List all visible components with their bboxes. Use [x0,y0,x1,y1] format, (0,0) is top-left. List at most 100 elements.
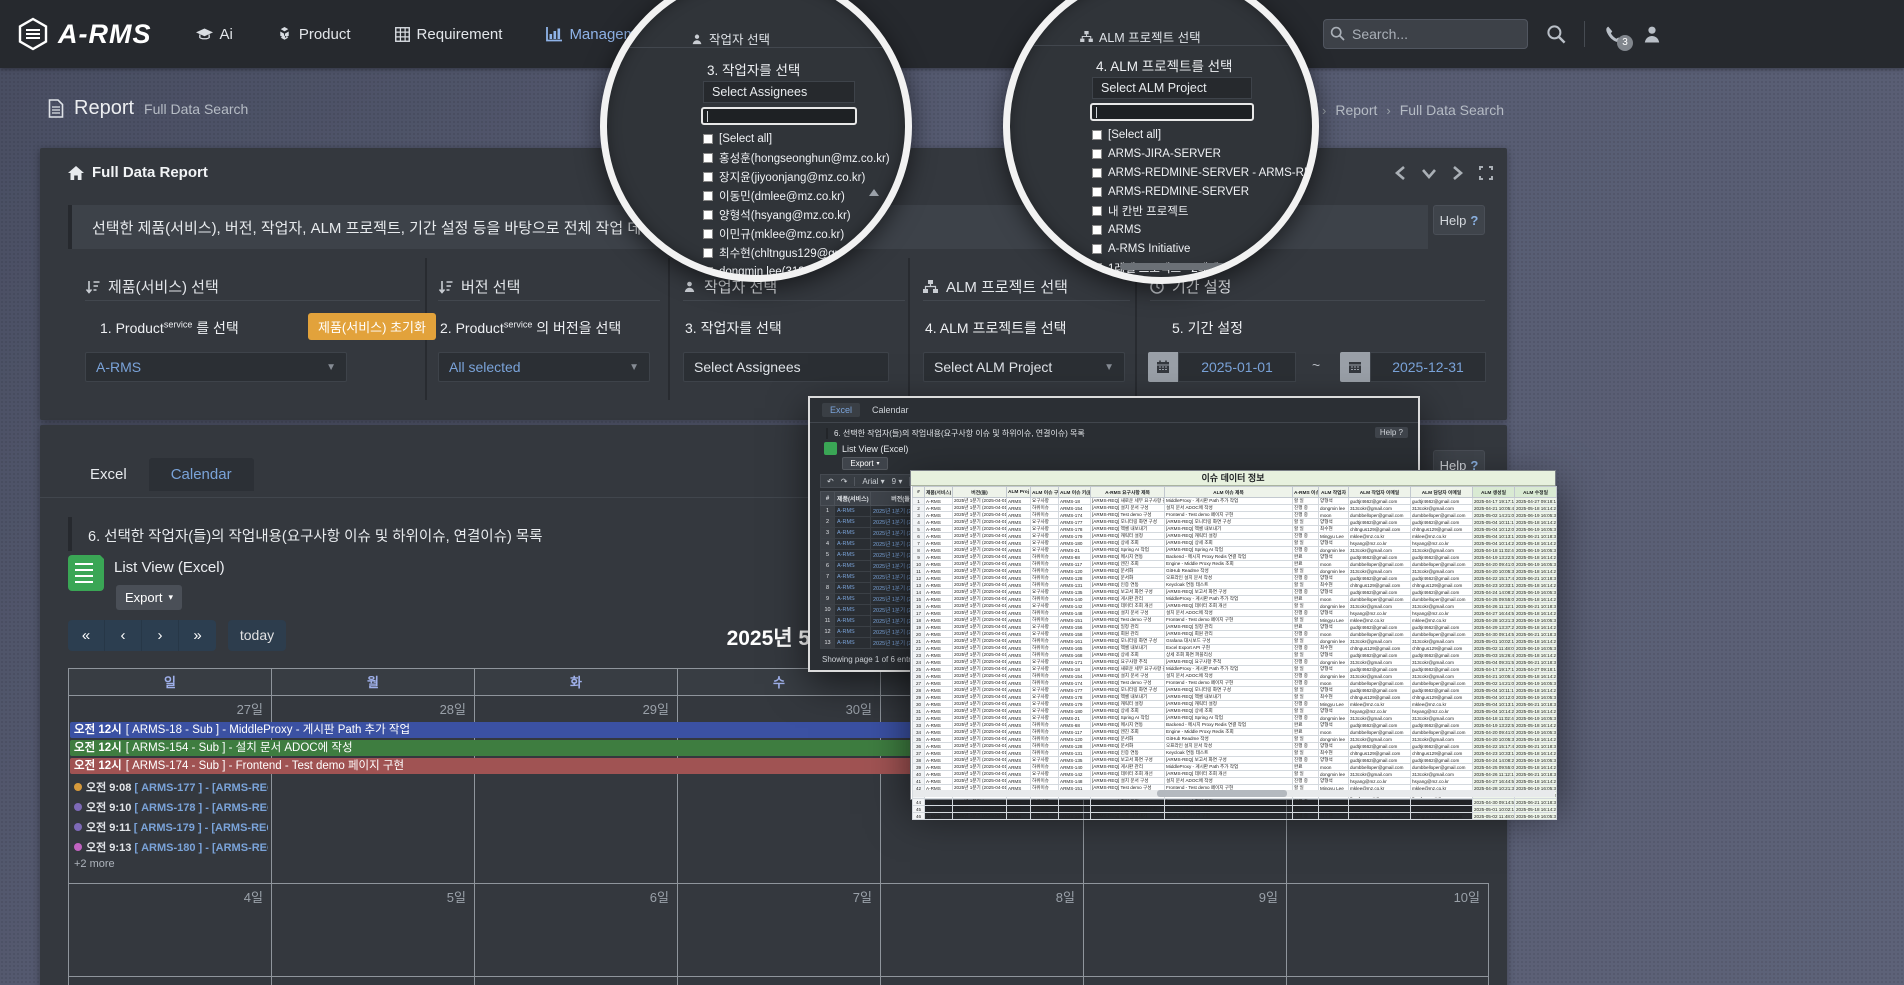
checkbox-icon[interactable] [1092,225,1102,235]
issue-table-row[interactable]: 40A-RMS2025년 1분기 (2025-04-01 ~ 2025-06-3… [913,771,1557,778]
issue-table-row[interactable]: 8A-RMS2025년 1분기 (2025-04-01 ~ 2025-06-3A… [913,547,1557,554]
option-row[interactable]: 양형석(hsyang@mz.co.kr) [703,205,894,224]
checkbox-icon[interactable] [1092,130,1102,140]
app-logo[interactable]: A-RMS [16,17,152,51]
end-date-calendar-button[interactable] [1340,352,1370,382]
checkbox-icon[interactable] [703,191,713,201]
issue-table-row[interactable]: 4A-RMS2025년 1분기 (2025-04-01 ~ 2025-06-3A… [913,519,1557,526]
alm-list-hscrollbar[interactable] [1120,263,1230,270]
checkbox-icon[interactable] [1092,168,1102,178]
calendar-nav-button-2[interactable]: › [142,620,179,651]
excel-window-export-button[interactable]: Export▾ [842,457,888,470]
issue-table-row[interactable]: 36A-RMS2025년 1분기 (2025-04-01 ~ 2025-06-3… [913,743,1557,750]
alm-mag-dropdown[interactable]: Select ALM Project [1092,77,1252,99]
checkbox-icon[interactable] [703,153,713,163]
calendar-day-cell[interactable] [880,977,1083,985]
calendar-day-cell[interactable] [68,977,271,985]
checkbox-icon[interactable] [703,134,713,144]
option-row[interactable]: [Select all] [703,129,894,148]
breadcrumb-item[interactable]: Full Data Search [1400,102,1504,118]
issue-table-row[interactable]: 24A-RMS2025년 1분기 (2025-04-01 ~ 2025-06-3… [913,659,1557,666]
undo-icon[interactable]: ↶ [827,477,834,486]
global-search-input[interactable] [1323,19,1528,49]
issue-table-row[interactable]: 38A-RMS2025년 1분기 (2025-04-01 ~ 2025-06-3… [913,757,1557,764]
option-row[interactable]: 내 칸반 프로젝트 [1092,201,1312,220]
issue-table-row[interactable]: 21A-RMS2025년 1분기 (2025-04-01 ~ 2025-06-3… [913,638,1557,645]
issue-table-row[interactable]: 6A-RMS2025년 1분기 (2025-04-01 ~ 2025-06-3A… [913,533,1557,540]
start-date-field[interactable]: 2025-01-01 [1178,352,1296,382]
issue-table-row[interactable]: 37A-RMS2025년 1분기 (2025-04-01 ~ 2025-06-3… [913,750,1557,757]
issue-table-row[interactable]: 22A-RMS2025년 1분기 (2025-04-01 ~ 2025-06-3… [913,645,1557,652]
calendar-day-cell[interactable] [1083,977,1286,985]
issue-table-row[interactable]: 9A-RMS2025년 1분기 (2025-04-01 ~ 2025-06-3A… [913,554,1557,561]
issue-table-row[interactable]: 28A-RMS2025년 1분기 (2025-04-01 ~ 2025-06-3… [913,687,1557,694]
issue-window-hscrollbar[interactable] [913,790,1555,797]
calendar-day-cell[interactable]: 6일 [474,884,677,977]
checkbox-icon[interactable] [1092,206,1102,216]
checkbox-icon[interactable] [703,229,713,239]
tab-calendar[interactable]: Calendar [149,458,254,491]
font-select[interactable]: Arial ▾ [862,477,884,486]
issue-table-row[interactable]: 1A-RMS2025년 1분기 (2025-04-01 ~ 2025-06-3A… [913,498,1557,505]
calendar-day-cell[interactable]: 8일 [880,884,1083,977]
calendar-dot-event[interactable]: 오전 9:08 [ ARMS-177 ] - [ARMS-REQ] 모니터링 [74,780,268,796]
nav-item-product[interactable]: Product [277,26,351,43]
issue-table-row[interactable]: 30A-RMS2025년 1분기 (2025-04-01 ~ 2025-06-3… [913,701,1557,708]
issue-table-row[interactable]: 35A-RMS2025년 1분기 (2025-04-01 ~ 2025-06-3… [913,736,1557,743]
option-row[interactable]: 홍성훈(hongseonghun@mz.co.kr) [703,148,894,167]
excel-window-help[interactable]: Help ? [1375,427,1408,438]
option-row[interactable]: 장지윤(jiyoonjang@mz.co.kr) [703,167,894,186]
issue-table-row[interactable]: 18A-RMS2025년 1분기 (2025-04-01 ~ 2025-06-3… [913,617,1557,624]
excel-window-tab-excel[interactable]: Excel [822,403,860,417]
collapse-left-icon[interactable] [1395,166,1406,180]
issue-table-row[interactable]: 31A-RMS2025년 1분기 (2025-04-01 ~ 2025-06-3… [913,708,1557,715]
issue-table-row[interactable]: 20A-RMS2025년 1분기 (2025-04-01 ~ 2025-06-3… [913,631,1557,638]
phone-icon[interactable]: 3 [1603,24,1624,45]
nav-item-requirement[interactable]: Requirement [395,26,503,43]
nav-item-ai[interactable]: Ai [196,26,233,43]
option-row[interactable]: 최수현(chltngus129@gmail.com) [703,243,894,262]
end-date-field[interactable]: 2025-12-31 [1370,352,1486,382]
calendar-day-cell[interactable]: 7일 [677,884,880,977]
assignee-mag-search-input[interactable] [701,107,857,125]
alm-project-dropdown[interactable]: Select ALM Project▼ [923,352,1125,382]
checkbox-icon[interactable] [1092,149,1102,159]
checkbox-icon[interactable] [1092,263,1102,273]
issue-table-row[interactable]: 17A-RMS2025년 1분기 (2025-04-01 ~ 2025-06-3… [913,610,1557,617]
issue-table-row[interactable]: 46A-RMS2025년 1분기 (2025-04-01 ~ 2025-06-3… [913,813,1557,820]
calendar-day-cell[interactable]: 10일 [1286,884,1489,977]
start-date-calendar-button[interactable] [1148,352,1178,382]
calendar-nav-button-0[interactable]: « [68,620,105,651]
calendar-dot-event[interactable]: 오전 9:10 [ ARMS-178 ] - [ARMS-REQ] 엑셀 내보내… [74,800,268,816]
option-row[interactable]: A-RMS Initiative [1092,239,1312,258]
issue-table-row[interactable]: 33A-RMS2025년 1분기 (2025-04-01 ~ 2025-06-3… [913,722,1557,729]
option-row[interactable]: ARMS-JIRA-SERVER [1092,144,1312,163]
option-row[interactable]: ARMS [1092,220,1312,239]
issue-table-row[interactable]: 15A-RMS2025년 1분기 (2025-04-01 ~ 2025-06-3… [913,596,1557,603]
issue-table-row[interactable]: 7A-RMS2025년 1분기 (2025-04-01 ~ 2025-06-3A… [913,540,1557,547]
option-row[interactable]: 이동민(dmlee@mz.co.kr) [703,186,894,205]
checkbox-icon[interactable] [703,210,713,220]
issue-table-row[interactable]: 23A-RMS2025년 1분기 (2025-04-01 ~ 2025-06-3… [913,652,1557,659]
more-events-link[interactable]: +2 more [74,858,115,870]
calendar-day-cell[interactable]: 4일 [68,884,271,977]
issue-table-row[interactable]: 10A-RMS2025년 1분기 (2025-04-01 ~ 2025-06-3… [913,561,1557,568]
product-dropdown[interactable]: A-RMS▼ [85,352,347,382]
assignee-dropdown[interactable]: Select Assignees [683,352,889,382]
checkbox-icon[interactable] [703,248,713,258]
checkbox-icon[interactable] [1092,244,1102,254]
issue-table-row[interactable]: 5A-RMS2025년 1분기 (2025-04-01 ~ 2025-06-3A… [913,526,1557,533]
tab-excel[interactable]: Excel [68,458,149,491]
issue-table-row[interactable]: 12A-RMS2025년 1분기 (2025-04-01 ~ 2025-06-3… [913,575,1557,582]
calendar-nav-button-1[interactable]: ‹ [105,620,142,651]
issue-table-row[interactable]: 27A-RMS2025년 1분기 (2025-04-01 ~ 2025-06-3… [913,680,1557,687]
alm-mag-search-input[interactable] [1090,103,1254,121]
redo-icon[interactable]: ↷ [841,477,848,486]
option-row[interactable]: 이민규(mklee@mz.co.kr) [703,224,894,243]
issue-table-row[interactable]: 39A-RMS2025년 1분기 (2025-04-01 ~ 2025-06-3… [913,764,1557,771]
calendar-day-cell[interactable] [474,977,677,985]
calendar-today-button[interactable]: today [228,620,286,651]
collapse-right-icon[interactable] [1452,166,1463,180]
issue-table-row[interactable]: 3A-RMS2025년 1분기 (2025-04-01 ~ 2025-06-3A… [913,512,1557,519]
issue-table-row[interactable]: 32A-RMS2025년 1분기 (2025-04-01 ~ 2025-06-3… [913,715,1557,722]
